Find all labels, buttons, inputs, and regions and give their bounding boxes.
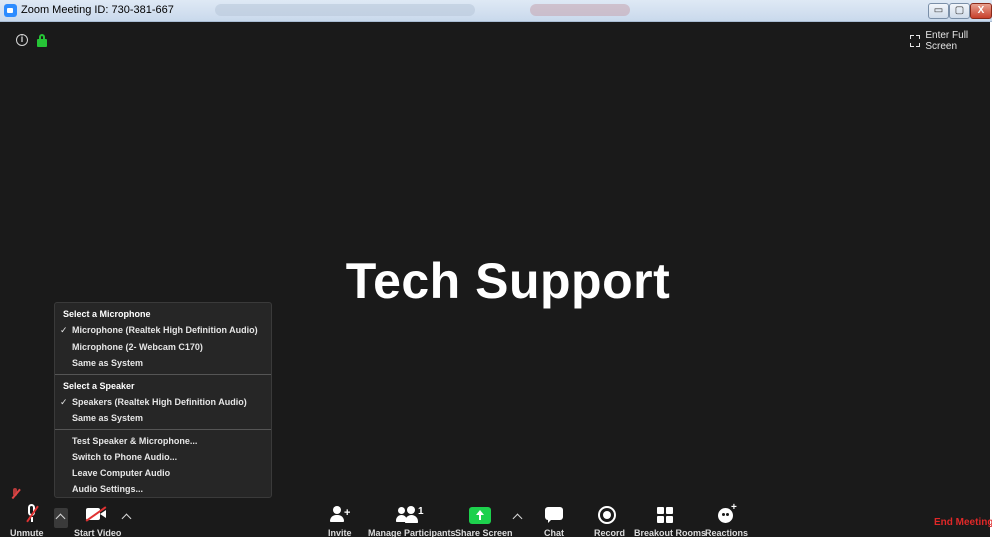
reactions-icon: + (718, 502, 738, 524)
share-screen-button[interactable]: Share Screen (455, 500, 513, 537)
menu-item-microphone-same-as-system[interactable]: Same as System (72, 358, 143, 368)
unmute-button[interactable]: Unmute (10, 500, 50, 537)
share-options-toggle[interactable] (511, 508, 525, 528)
breakout-rooms-label: Breakout Rooms (634, 528, 707, 537)
muted-indicator-icon (10, 488, 21, 500)
invite-label: Invite (328, 528, 352, 537)
menu-item-audio-settings[interactable]: Audio Settings... (72, 484, 143, 494)
share-screen-label: Share Screen (455, 528, 513, 537)
menu-item-test-speaker-microphone[interactable]: Test Speaker & Microphone... (72, 436, 197, 446)
fullscreen-icon (910, 35, 921, 47)
blurred-tab-region (215, 4, 475, 16)
breakout-rooms-button[interactable]: Breakout Rooms (634, 500, 706, 537)
maximize-button[interactable]: ▢ (949, 3, 970, 19)
meeting-toolbar: Unmute Start Video + Invite 1 Manage Par… (0, 500, 990, 537)
window-titlebar: Zoom Meeting ID: 730-381-667 ▭ ▢ X (0, 0, 992, 22)
video-options-toggle[interactable] (120, 508, 134, 528)
enter-full-screen-label: Enter Full Screen (925, 30, 969, 52)
manage-participants-label: Manage Participants (368, 528, 456, 537)
reactions-label: Reactions (705, 528, 749, 537)
minimize-button[interactable]: ▭ (928, 3, 949, 19)
chat-label: Chat (544, 528, 564, 537)
chevron-up-icon (512, 513, 523, 524)
menu-divider (55, 429, 271, 430)
menu-item-switch-to-phone-audio[interactable]: Switch to Phone Audio... (72, 452, 177, 462)
share-screen-icon (469, 507, 491, 524)
info-icon[interactable]: i (16, 34, 28, 46)
audio-options-toggle[interactable] (54, 508, 68, 528)
unmute-label: Unmute (10, 528, 44, 537)
participants-icon (396, 506, 420, 524)
record-label: Record (594, 528, 626, 537)
reactions-button[interactable]: + Reactions (705, 500, 749, 537)
blurred-tab-region (530, 4, 630, 16)
checkmark-icon: ✓ (60, 397, 68, 407)
microphone-section-header: Select a Microphone (63, 309, 151, 319)
chevron-up-icon (55, 513, 66, 524)
menu-item-speakers-realtek[interactable]: ✓ Speakers (Realtek High Definition Audi… (60, 397, 247, 407)
menu-divider (55, 374, 271, 375)
lock-icon[interactable] (37, 34, 47, 47)
end-meeting-button[interactable]: End Meeting (934, 517, 992, 528)
audio-options-menu: Select a Microphone ✓ Microphone (Realte… (54, 302, 272, 498)
start-video-label: Start Video (74, 528, 122, 537)
invite-button[interactable]: + Invite (326, 500, 356, 537)
mic-muted-icon (24, 504, 40, 524)
menu-item-microphone-realtek[interactable]: ✓ Microphone (Realtek High Definition Au… (60, 325, 258, 335)
breakout-rooms-icon (657, 507, 674, 523)
menu-item-leave-computer-audio[interactable]: Leave Computer Audio (72, 468, 170, 478)
manage-participants-button[interactable]: 1 Manage Participants (368, 500, 456, 537)
record-icon (598, 506, 616, 524)
enter-full-screen-button[interactable]: Enter Full Screen (910, 30, 992, 52)
speaker-section-header: Select a Speaker (63, 381, 135, 391)
menu-item-speakers-same-as-system[interactable]: Same as System (72, 413, 143, 423)
checkmark-icon: ✓ (60, 325, 68, 335)
chevron-up-icon (121, 513, 132, 524)
video-off-icon (85, 506, 108, 522)
menu-item-microphone-webcam[interactable]: Microphone (2- Webcam C170) (72, 342, 203, 352)
participant-count-badge: 1 (418, 506, 424, 517)
invite-icon: + (330, 506, 350, 524)
chat-button[interactable]: Chat (540, 500, 570, 537)
zoom-app-icon (4, 4, 17, 17)
record-button[interactable]: Record (592, 500, 626, 537)
window-title: Zoom Meeting ID: 730-381-667 (21, 4, 174, 16)
start-video-button[interactable]: Start Video (72, 500, 122, 537)
chat-icon (545, 507, 563, 524)
close-button[interactable]: X (970, 3, 992, 19)
